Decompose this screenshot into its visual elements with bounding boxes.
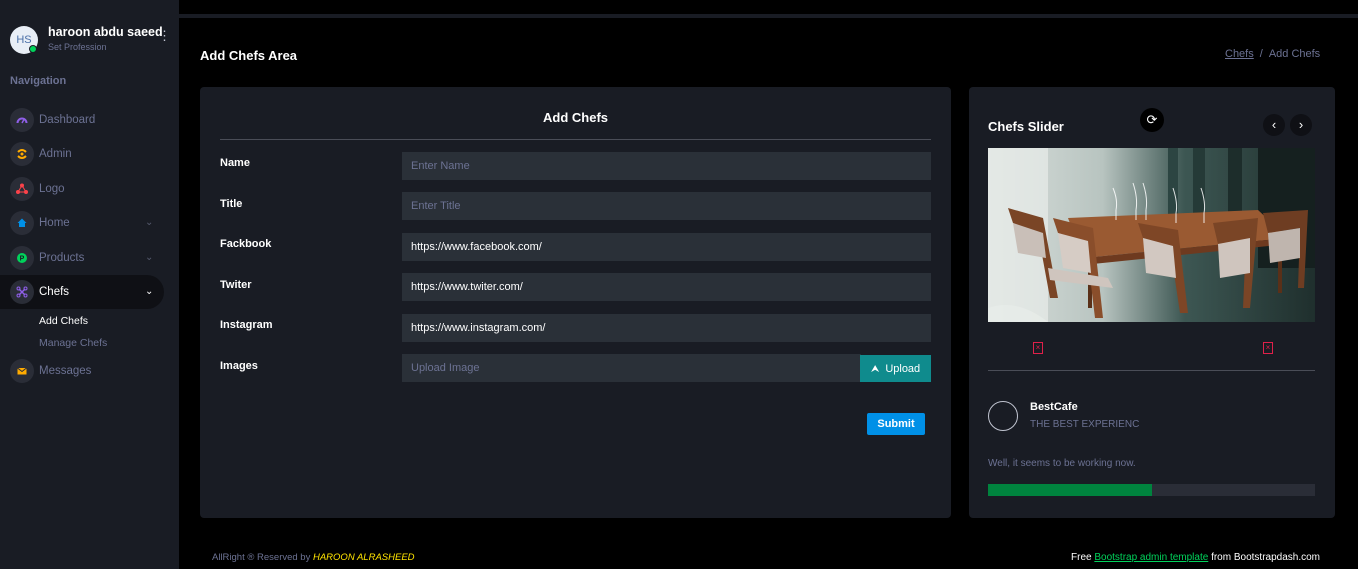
slider-next-button[interactable]: › (1290, 114, 1312, 136)
breadcrumb-link-chefs[interactable]: Chefs (1225, 48, 1254, 60)
facebook-input[interactable] (402, 233, 931, 261)
sidebar-item-label: Chefs (39, 286, 70, 298)
status-text: Well, it seems to be working now. (988, 458, 1136, 469)
divider (220, 139, 931, 140)
images-label: Images (220, 360, 258, 372)
speedometer-icon (10, 108, 34, 132)
twitter-input[interactable] (402, 273, 931, 301)
sidebar-item-label: Admin (39, 148, 72, 160)
mail-icon (10, 359, 34, 383)
profile-name: haroon abdu saeed (48, 25, 163, 39)
online-status-dot (29, 45, 37, 53)
progress-bar (988, 484, 1315, 496)
sidebar-item-messages[interactable]: Messages (0, 354, 164, 388)
page-title: Add Chefs Area (200, 48, 298, 63)
progress-fill (988, 484, 1152, 496)
slider-prev-button[interactable]: ‹ (1263, 114, 1285, 136)
sidebar-subitem-add-chefs[interactable]: Add Chefs (39, 315, 88, 327)
breadcrumb: Chefs / Add Chefs (1225, 48, 1320, 60)
sidebar-item-label: Dashboard (39, 114, 96, 126)
add-chefs-form-card: Add Chefs Name Title Fackbook Twiter Ins… (200, 87, 951, 518)
chevron-down-icon: ⌄ (145, 217, 154, 228)
chefs-icon (10, 280, 34, 304)
footer-copyright-text: AllRight ® Reserved by (212, 552, 313, 563)
profile[interactable]: HS haroon abdu saeed Set Profession ⋮ (10, 24, 179, 60)
sidebar-item-label: Home (39, 217, 70, 229)
broken-image-icon: × (1033, 342, 1043, 354)
chevron-down-icon: ⌄ (145, 252, 154, 263)
footer-credit-suffix: from Bootstrapdash.com (1208, 552, 1321, 563)
twitter-label: Twiter (220, 279, 252, 291)
breadcrumb-current: Add Chefs (1268, 48, 1321, 60)
sidebar-item-label: Messages (39, 365, 92, 377)
brand-tagline: THE BEST EXPERIENC (1030, 419, 1140, 430)
brand-avatar (988, 401, 1018, 431)
sidebar-item-dashboard[interactable]: Dashboard (0, 103, 164, 137)
chevron-down-icon: ⌄ (145, 286, 154, 297)
more-vertical-icon[interactable]: ⋮ (158, 29, 171, 43)
submit-button[interactable]: Submit (867, 413, 925, 435)
chefs-slider-card: Chefs Slider ⟳ ‹ › × × BestCafe THE BEST… (969, 87, 1335, 518)
name-input[interactable] (402, 152, 931, 180)
svg-text:P: P (20, 256, 25, 263)
image-upload-input[interactable] (402, 354, 861, 382)
footer-author: HAROON ALRASHEED (312, 552, 415, 563)
form-title: Add Chefs (543, 110, 608, 125)
divider (988, 370, 1315, 371)
sidebar-item-logo[interactable]: Logo (0, 172, 164, 206)
title-label: Title (220, 198, 243, 210)
instagram-input[interactable] (402, 314, 931, 342)
upload-button-label: Upload (885, 362, 921, 375)
logo-icon (10, 177, 34, 201)
profile-role: Set Profession (48, 42, 107, 52)
sidebar-subitem-manage-chefs[interactable]: Manage Chefs (39, 337, 107, 349)
footer-credit: Free Bootstrap admin template from Boots… (1071, 552, 1320, 563)
broken-image-icon: × (1263, 342, 1273, 354)
sidebar-item-label: Products (39, 252, 85, 264)
title-input[interactable] (402, 192, 931, 220)
name-label: Name (220, 157, 250, 169)
sidebar-item-chefs[interactable]: Chefs ⌄ (0, 275, 164, 309)
instagram-label: Instagram (220, 319, 273, 331)
topbar (179, 14, 1358, 18)
sidebar-item-admin[interactable]: Admin (0, 137, 164, 171)
footer-copyright: AllRight ® Reserved by HAROON ALRASHEED (212, 552, 415, 563)
facebook-label: Fackbook (220, 238, 272, 250)
footer-template-link[interactable]: Bootstrap admin template (1094, 552, 1208, 563)
footer-credit-prefix: Free (1071, 552, 1095, 563)
upload-icon: ⮝ (870, 363, 880, 375)
nav-heading: Navigation (10, 75, 67, 87)
home-icon (10, 211, 34, 235)
sidebar-item-label: Logo (39, 183, 65, 195)
breadcrumb-separator: / (1259, 48, 1263, 60)
refresh-icon[interactable]: ⟳ (1140, 108, 1164, 132)
brand-name: BestCafe (1030, 401, 1078, 413)
sidebar-item-products[interactable]: P Products ⌄ (0, 241, 164, 275)
restaurant-slide-image (988, 148, 1315, 322)
slider-title: Chefs Slider (988, 119, 1064, 134)
admin-icon (10, 142, 34, 166)
upload-button[interactable]: ⮝ Upload (860, 355, 931, 382)
products-icon: P (10, 246, 34, 270)
sidebar: HS haroon abdu saeed Set Profession ⋮ Na… (0, 0, 179, 569)
sidebar-item-home[interactable]: Home ⌄ (0, 206, 164, 240)
